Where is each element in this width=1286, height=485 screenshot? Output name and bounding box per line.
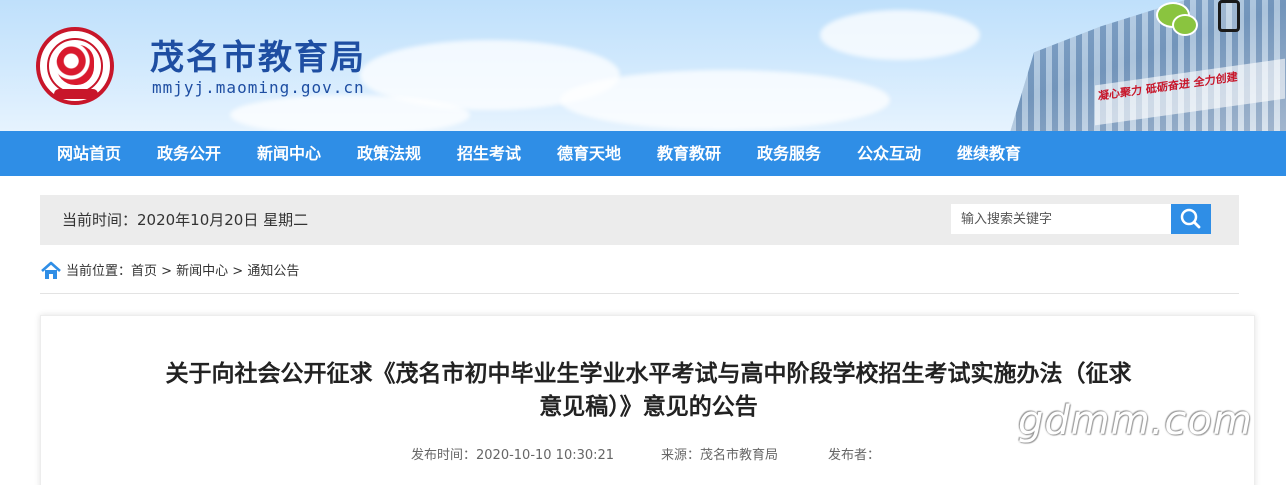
watermark: gdmm.com [1018,398,1253,444]
nav-item-policies[interactable]: 政策法规 [357,131,421,176]
site-header: 凝心聚力 砥砺奋进 全力创建 茂名市教育局 mmjyj.maoming.gov.… [0,0,1286,131]
nav-item-admissions[interactable]: 招生考试 [457,131,521,176]
nav-item-moral-ed[interactable]: 德育天地 [557,131,621,176]
site-title[interactable]: 茂名市教育局 [150,30,366,79]
article-title: 关于向社会公开征求《茂名市初中毕业生学业水平考试与高中阶段学校招生考试实施办法（… [141,358,1156,424]
nav-item-home[interactable]: 网站首页 [57,131,121,176]
breadcrumb-text[interactable]: 当前位置：首页 > 新闻中心 > 通知公告 [66,257,299,287]
breadcrumb: 当前位置：首页 > 新闻中心 > 通知公告 [40,257,1239,287]
site-domain: mmjyj.maoming.gov.cn [152,78,365,97]
article-title-line2: 意见稿）》意见的公告 [539,394,758,420]
home-icon [41,261,61,279]
logo-band [54,89,98,99]
cloud-decoration [230,95,470,131]
nav-item-research[interactable]: 教育教研 [657,131,721,176]
cloud-decoration [560,70,890,130]
cloud-decoration [820,10,980,60]
search-input[interactable] [951,204,1173,234]
mobile-phone-icon[interactable] [1218,0,1240,32]
wechat-icon[interactable] [1156,2,1198,36]
publish-time: 发布时间：2020-10-10 10:30:21 [411,448,615,463]
info-bar: 当前时间：2020年10月20日 星期二 [40,195,1239,245]
nav-item-news[interactable]: 新闻中心 [257,131,321,176]
current-date: 当前时间：2020年10月20日 星期二 [62,211,309,229]
search-button[interactable] [1171,204,1211,234]
divider [40,293,1239,294]
nav-item-continuing[interactable]: 继续教育 [957,131,1021,176]
main-nav: 网站首页 政务公开 新闻中心 政策法规 招生考试 德育天地 教育教研 政务服务 … [0,131,1286,176]
nav-item-interaction[interactable]: 公众互动 [857,131,921,176]
search-icon [1180,208,1201,229]
article-source: 来源：茂名市教育局 [661,448,779,463]
nav-item-services[interactable]: 政务服务 [757,131,821,176]
article-title-line1: 关于向社会公开征求《茂名市初中毕业生学业水平考试与高中阶段学校招生考试实施办法（… [165,361,1132,387]
site-logo[interactable] [36,27,114,105]
nav-item-gov-affairs[interactable]: 政务公开 [157,131,221,176]
logo-glyph [56,45,94,85]
article-publisher: 发布者： [828,448,881,463]
